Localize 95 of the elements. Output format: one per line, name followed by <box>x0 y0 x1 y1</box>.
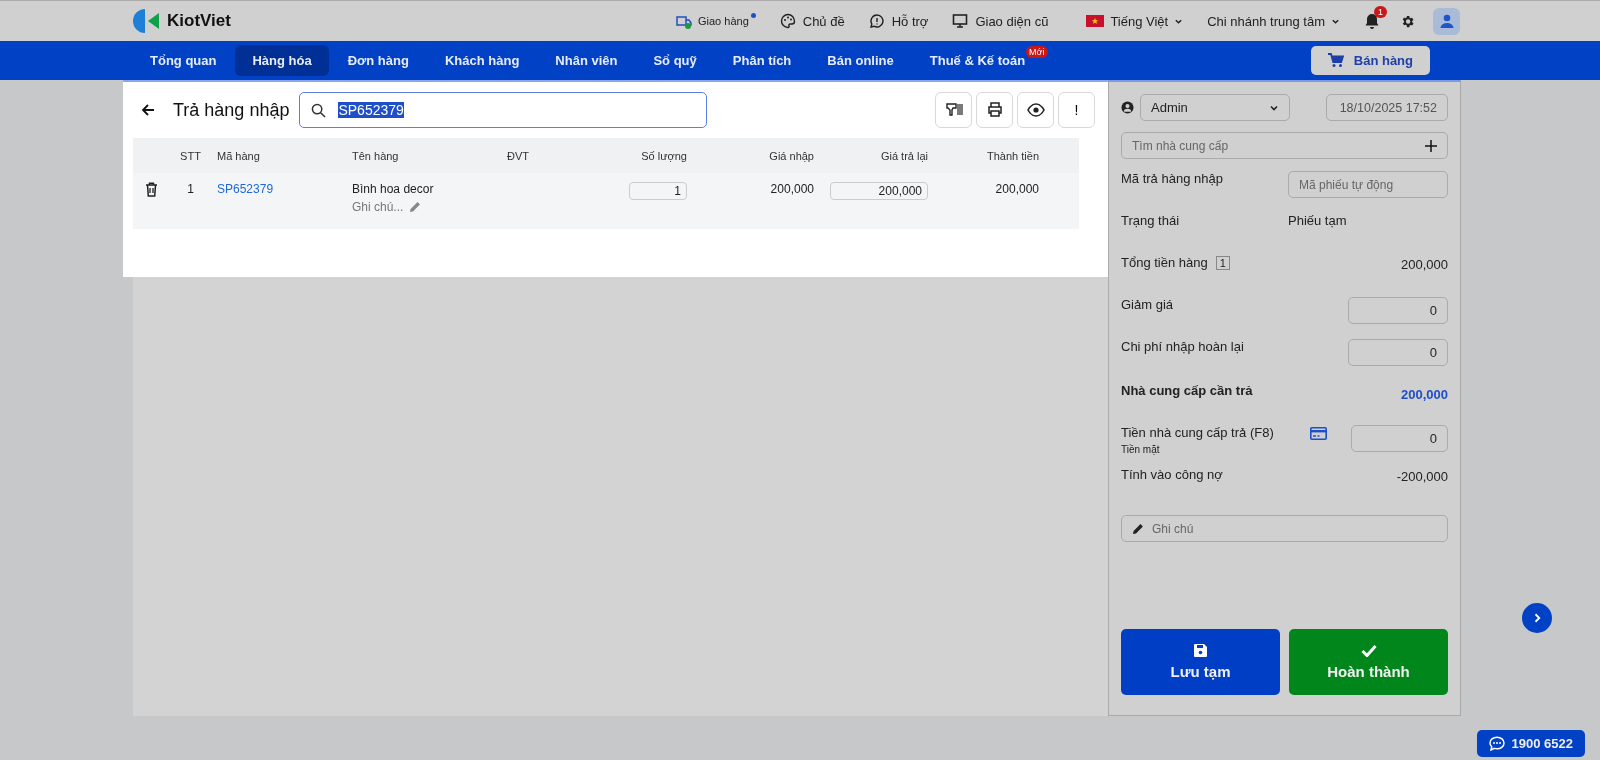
field-label: Tính vào công nợ <box>1121 467 1223 482</box>
arrow-left-icon <box>141 103 155 117</box>
logo-icon <box>133 7 161 35</box>
info-button[interactable]: ! <box>1058 92 1095 128</box>
page-title: Trả hàng nhập <box>173 99 290 121</box>
nav-tab[interactable]: Sổ quỹ <box>636 45 714 76</box>
column-header: Số lượng <box>593 138 691 173</box>
date-field[interactable]: 18/10/2025 17:52 <box>1326 94 1448 121</box>
pencil-icon <box>409 201 422 213</box>
settings-button[interactable] <box>1400 13 1415 29</box>
settings-icon <box>1400 13 1415 29</box>
return-code-field[interactable]: Mã phiếu tự động <box>1288 171 1448 198</box>
header-link[interactable]: Giao diện cũ <box>952 12 1049 30</box>
search-icon <box>311 102 327 118</box>
user-icon <box>1121 101 1134 114</box>
field-label: Tổng tiền hàng <box>1121 255 1208 270</box>
floppy-icon <box>1194 644 1207 657</box>
field-label: Trạng thái <box>1121 213 1180 228</box>
new-badge: Mới <box>1026 46 1048 58</box>
hotline-button[interactable]: 1900 6522 <box>1476 730 1585 757</box>
field-label: Mã trả hàng nhập <box>1121 171 1223 186</box>
barcode-button[interactable] <box>935 92 972 128</box>
amount-field[interactable]: 0 <box>1351 425 1448 452</box>
note-field[interactable]: Ghi chú <box>1121 515 1448 542</box>
trash-icon <box>145 182 158 197</box>
plus-icon <box>1425 139 1437 152</box>
column-header: ĐVT <box>503 138 593 173</box>
item-count: 1 <box>1215 255 1230 270</box>
branch-select[interactable]: Chi nhánh trung tâm <box>1207 13 1340 29</box>
nav-tab[interactable]: Tổng quan <box>133 45 234 76</box>
back-button[interactable] <box>141 103 155 117</box>
column-header: Thành tiền <box>932 138 1079 173</box>
print-button[interactable] <box>976 92 1013 128</box>
status-dot <box>750 12 756 18</box>
notification-button[interactable] <box>1364 12 1380 30</box>
table-cell: 1 <box>168 173 213 229</box>
amount-value: 200,000 <box>1401 256 1448 272</box>
header-link[interactable]: Chủ đề <box>779 12 845 30</box>
card-icon <box>1310 427 1328 440</box>
note-button[interactable]: Ghi chú... <box>352 200 499 214</box>
check-icon <box>1360 644 1377 657</box>
notification-count: 1 <box>1374 5 1387 18</box>
column-header: Giá trả lại <box>818 138 932 173</box>
chat-bubble-icon <box>868 12 886 30</box>
sell-button[interactable]: Bán hàng <box>1310 46 1430 75</box>
user-icon <box>1438 13 1455 29</box>
payment-method-label: Tiền mặt <box>1121 444 1161 455</box>
user-select[interactable]: Admin <box>1140 94 1290 121</box>
amount-value: -200,000 <box>1396 468 1448 484</box>
table-cell: 200,000 <box>691 173 818 229</box>
field-label: Chi phí nhập hoàn lại <box>1121 339 1244 354</box>
column-header: STT <box>168 138 213 173</box>
quantity-field[interactable]: 1 <box>629 182 687 200</box>
nav-tab[interactable]: Đơn hàng <box>330 45 426 76</box>
pencil-icon <box>1132 522 1144 535</box>
table-cell: 200,000 <box>932 173 1079 229</box>
nav-tab[interactable]: Phân tích <box>715 45 809 76</box>
table-cell-text: Bình hoa decor <box>352 182 435 196</box>
column-header: Giá nhập <box>691 138 818 173</box>
amount-field[interactable]: 0 <box>1348 297 1448 324</box>
expand-button[interactable] <box>1522 603 1552 633</box>
nav-tab[interactable]: Hàng hóa <box>235 45 329 76</box>
palette-icon <box>779 12 797 30</box>
header-link[interactable]: Hỗ trợ <box>868 12 929 30</box>
status-value: Phiếu tạm <box>1288 213 1348 228</box>
product-code-link[interactable]: SP652379 <box>217 182 274 196</box>
logo-text: KiotViet <box>167 11 231 31</box>
language-select[interactable]: Tiếng Việt <box>1086 13 1184 29</box>
account-button[interactable] <box>1433 7 1460 35</box>
print-icon <box>985 101 1004 119</box>
field-label: Nhà cung cấp cần trả <box>1121 383 1253 398</box>
search-field[interactable]: SP652379 <box>299 92 708 128</box>
chat-icon <box>1488 736 1505 751</box>
flag-icon <box>1086 15 1105 27</box>
complete-button[interactable]: Hoàn thành <box>1289 629 1448 695</box>
eye-button[interactable] <box>1017 92 1054 128</box>
supplier-search-field[interactable]: Tìm nhà cung cấp <box>1121 132 1448 159</box>
column-header: Tên hàng <box>348 138 503 173</box>
field-label: Giảm giá <box>1121 297 1174 312</box>
save-draft-button[interactable]: Lưu tạm <box>1121 629 1280 695</box>
eye-icon <box>1026 101 1045 119</box>
bell-icon <box>1364 12 1380 30</box>
cart-icon <box>1327 53 1344 68</box>
header-link[interactable]: Giao hàng <box>675 12 756 30</box>
nav-tab[interactable]: Bán online <box>810 45 911 76</box>
column-header: Mã hàng <box>213 138 348 173</box>
nav-tab[interactable]: Thuế & Kế toán <box>912 45 1027 76</box>
amount-field[interactable]: 0 <box>1348 339 1448 366</box>
field-label: Tiền nhà cung cấp trả (F8) <box>1121 425 1274 440</box>
monitor-icon <box>952 12 970 30</box>
nav-tab[interactable]: Nhân viên <box>538 45 635 76</box>
amount-value: 200,000 <box>1401 386 1448 402</box>
nav-tab[interactable]: Khách hàng <box>427 45 537 76</box>
scanner-icon <box>944 101 963 119</box>
return-price-field[interactable]: 200,000 <box>830 182 928 200</box>
